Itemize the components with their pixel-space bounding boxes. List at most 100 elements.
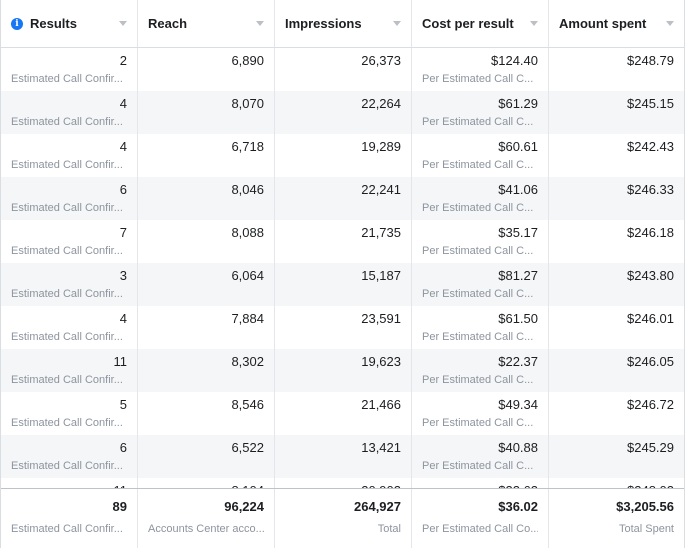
cost-per-result-sublabel: Per Estimated Call C... [422,159,534,171]
results-sublabel: Estimated Call Confir... [11,245,123,257]
impressions-value: 19,623 [361,354,401,369]
cost-per-result-cell: $81.27 Per Estimated Call C... [412,263,549,306]
table-row[interactable]: 6 Estimated Call Confir... 6,522 13,421 $40.… [1,435,684,478]
sort-arrow-icon[interactable] [256,21,264,26]
amount-spent-value: $246.33 [627,182,674,197]
results-sublabel: Estimated Call Confir... [11,116,123,128]
amount-spent-cell: $246.18 [549,220,684,263]
table-row[interactable]: 2 Estimated Call Confir... 6,890 26,373 $124… [1,48,684,91]
table-row[interactable]: 4 Estimated Call Confir... 6,718 19,289 $60.… [1,134,684,177]
cost-per-result-cell: $22.37 Per Estimated Call C... [412,349,549,392]
total-impressions-value: 264,927 [354,499,401,514]
table-body[interactable]: 2 Estimated Call Confir... 6,890 26,373 $124… [1,48,684,488]
cost-per-result-sublabel: Per Estimated Call C... [422,417,534,429]
impressions-cell: 23,591 [275,306,412,349]
reach-cell: 8,088 [138,220,275,263]
column-header-cost-per-result[interactable]: Cost per result [412,0,549,47]
results-sublabel: Estimated Call Confir... [11,460,123,472]
sort-arrow-icon[interactable] [119,21,127,26]
sort-arrow-icon[interactable] [393,21,401,26]
table-row[interactable]: 118,10420,902$22.62$248.02 [1,478,684,488]
impressions-cell: 20,902 [275,478,412,488]
amount-spent-value: $246.05 [627,354,674,369]
impressions-cell: 26,373 [275,48,412,91]
table-row[interactable]: 4 Estimated Call Confir... 7,884 23,591 $61.… [1,306,684,349]
results-value: 6 [119,182,127,197]
sort-arrow-icon[interactable] [666,21,674,26]
reach-cell: 7,884 [138,306,275,349]
impressions-value: 22,241 [361,182,401,197]
table-header: i Results Reach Impressions Cost per res… [1,0,684,48]
impressions-cell: 19,623 [275,349,412,392]
table-row[interactable]: 11 Estimated Call Confir... 8,302 19,623 $22… [1,349,684,392]
impressions-value: 26,373 [361,53,401,68]
results-sublabel: Estimated Call Confir... [11,73,123,85]
sort-arrow-icon[interactable] [530,21,538,26]
column-header-results[interactable]: i Results [1,0,138,47]
column-header-label: Cost per result [422,16,514,31]
info-icon[interactable]: i [11,17,23,30]
impressions-value: 13,421 [361,440,401,455]
column-header-reach[interactable]: Reach [138,0,275,47]
cost-per-result-sublabel: Per Estimated Call C... [422,331,534,343]
total-spent-value: $3,205.56 [616,499,674,514]
results-cell: 4 Estimated Call Confir... [1,134,138,177]
cost-per-result-sublabel: Per Estimated Call C... [422,202,534,214]
reach-cell: 8,546 [138,392,275,435]
table-row[interactable]: 6 Estimated Call Confir... 8,046 22,241 $41.… [1,177,684,220]
total-cost-cell: $36.02 Per Estimated Call Co... [412,489,549,548]
cost-per-result-cell: $60.61 Per Estimated Call C... [412,134,549,177]
results-cell: 4 Estimated Call Confir... [1,91,138,134]
impressions-cell: 19,289 [275,134,412,177]
impressions-value: 19,289 [361,139,401,154]
cost-per-result-value: $22.37 [498,354,538,369]
reach-value: 8,088 [231,225,264,240]
results-cell: 11 Estimated Call Confir... [1,349,138,392]
reach-cell: 8,104 [138,478,275,488]
amount-spent-value: $243.80 [627,268,674,283]
results-sublabel: Estimated Call Confir... [11,331,123,343]
table-totals-row: 89 Estimated Call Confir... 96,224 Accou… [1,488,684,548]
cost-per-result-cell: $124.40 Per Estimated Call C... [412,48,549,91]
amount-spent-cell: $248.02 [549,478,684,489]
amount-spent-cell: $246.72 [549,392,684,435]
total-results-cell: 89 Estimated Call Confir... [1,489,138,548]
cost-per-result-cell: $49.34 Per Estimated Call C... [412,392,549,435]
results-value: 4 [119,311,127,326]
results-cell: 2 Estimated Call Confir... [1,48,138,91]
cost-per-result-value: $35.17 [498,225,538,240]
results-sublabel: Estimated Call Confir... [11,417,123,429]
table-row[interactable]: 7 Estimated Call Confir... 8,088 21,735 $35.… [1,220,684,263]
table-row[interactable]: 4 Estimated Call Confir... 8,070 22,264 $61.… [1,91,684,134]
results-value: 4 [119,96,127,111]
reach-value: 8,070 [231,96,264,111]
total-reach-value: 96,224 [224,499,264,514]
cost-per-result-value: $41.06 [498,182,538,197]
table-row[interactable]: 3 Estimated Call Confir... 6,064 15,187 $81.… [1,263,684,306]
reach-value: 6,522 [231,440,264,455]
results-cell: 3 Estimated Call Confir... [1,263,138,306]
reach-value: 6,064 [231,268,264,283]
cost-per-result-sublabel: Per Estimated Call C... [422,245,534,257]
results-value: 7 [119,225,127,240]
table-row[interactable]: 5 Estimated Call Confir... 8,546 21,466 $49.… [1,392,684,435]
reach-cell: 8,046 [138,177,275,220]
amount-spent-cell: $245.15 [549,91,684,134]
cost-per-result-value: $49.34 [498,397,538,412]
column-header-label: Reach [148,16,188,31]
column-header-amount-spent[interactable]: Amount spent [549,0,684,47]
total-cost-value: $36.02 [498,499,538,514]
impressions-value: 23,591 [361,311,401,326]
impressions-value: 15,187 [361,268,401,283]
reach-cell: 8,302 [138,349,275,392]
results-cell: 6 Estimated Call Confir... [1,435,138,478]
amount-spent-value: $246.18 [627,225,674,240]
cost-per-result-sublabel: Per Estimated Call C... [422,374,534,386]
results-cell: 4 Estimated Call Confir... [1,306,138,349]
reach-cell: 6,064 [138,263,275,306]
impressions-cell: 21,466 [275,392,412,435]
column-header-label: Impressions [285,16,362,31]
amount-spent-cell: $242.43 [549,134,684,177]
column-header-impressions[interactable]: Impressions [275,0,412,47]
reach-value: 7,884 [231,311,264,326]
